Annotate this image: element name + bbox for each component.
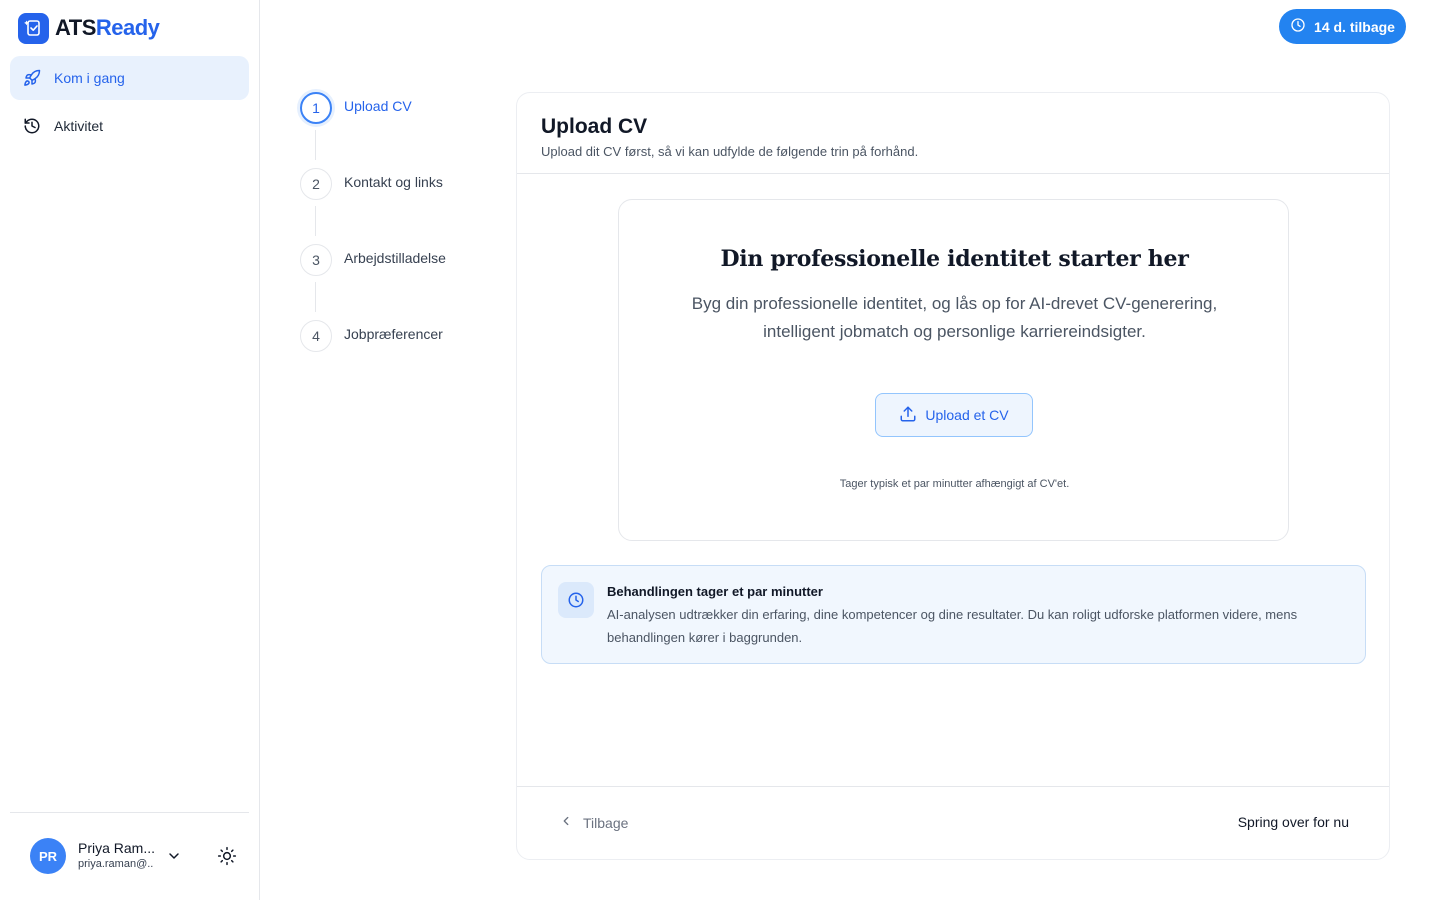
upload-cv-card: Upload CV Upload dit CV først, så vi kan… bbox=[516, 92, 1390, 860]
step-number: 2 bbox=[300, 168, 332, 200]
history-icon bbox=[22, 116, 42, 136]
step-label: Upload CV bbox=[344, 98, 412, 114]
card-title: Upload CV bbox=[541, 115, 648, 138]
step-label: Arbejdstilladelse bbox=[344, 250, 446, 266]
step-label: Kontakt og links bbox=[344, 174, 443, 190]
sidebar-nav: Kom i gang Aktivitet bbox=[10, 56, 249, 152]
step-upload-cv[interactable]: 1 Upload CV bbox=[300, 92, 446, 168]
sidebar-item-kom-i-gang[interactable]: Kom i gang bbox=[10, 56, 249, 100]
user-info: Priya Ram... priya.raman@... bbox=[78, 840, 154, 872]
info-text: AI-analysen udtrækker din erfaring, dine… bbox=[607, 607, 1298, 645]
trial-days-button[interactable]: 14 d. tilbage bbox=[1279, 9, 1406, 44]
step-connector bbox=[315, 282, 316, 312]
back-button-label: Tilbage bbox=[583, 814, 629, 831]
logo-mark-icon bbox=[18, 12, 49, 44]
chevron-left-icon bbox=[559, 814, 573, 831]
rocket-icon bbox=[22, 68, 42, 88]
brand-name-part2: Ready bbox=[95, 15, 160, 40]
avatar: PR bbox=[30, 838, 66, 874]
card-subtitle: Upload dit CV først, så vi kan udfylde d… bbox=[541, 144, 919, 159]
processing-info-box: Behandlingen tager et par minutter AI-an… bbox=[541, 565, 1366, 664]
step-jobpraeferencer[interactable]: 4 Jobpræferencer bbox=[300, 320, 446, 396]
upload-heading: Din professionelle identitet starter her bbox=[720, 246, 1189, 272]
skip-button[interactable]: Spring over for nu bbox=[1238, 814, 1349, 830]
step-number: 3 bbox=[300, 244, 332, 276]
upload-note: Tager typisk et par minutter afhængigt a… bbox=[839, 478, 1070, 490]
upload-cv-button[interactable]: Upload et CV bbox=[875, 393, 1033, 437]
brand-logo[interactable]: ATSReady bbox=[18, 12, 160, 44]
sidebar-divider bbox=[10, 812, 249, 813]
step-connector bbox=[315, 130, 316, 160]
upload-cv-button-label: Upload et CV bbox=[925, 407, 1009, 423]
info-title: Behandlingen tager et par minutter bbox=[607, 584, 823, 599]
back-button[interactable]: Tilbage bbox=[559, 814, 628, 831]
trial-days-label: 14 d. tilbage bbox=[1314, 18, 1395, 35]
onboarding-stepper: 1 Upload CV 2 Kontakt og links 3 Arbejds… bbox=[300, 92, 446, 396]
step-connector bbox=[315, 206, 316, 236]
upload-dropzone[interactable]: Din professionelle identitet starter her… bbox=[618, 199, 1289, 541]
clock-icon bbox=[1290, 17, 1306, 36]
sidebar-item-aktivitet[interactable]: Aktivitet bbox=[10, 104, 249, 148]
user-name: Priya Ram... bbox=[78, 840, 154, 856]
sun-icon[interactable] bbox=[216, 845, 238, 867]
brand-name: ATSReady bbox=[55, 15, 160, 41]
step-kontakt-og-links[interactable]: 2 Kontakt og links bbox=[300, 168, 446, 244]
upload-icon bbox=[899, 405, 917, 426]
user-menu[interactable]: PR Priya Ram... priya.raman@... bbox=[30, 838, 179, 874]
step-arbejdstilladelse[interactable]: 3 Arbejdstilladelse bbox=[300, 244, 446, 320]
clock-icon bbox=[558, 582, 594, 618]
footer-divider bbox=[517, 786, 1389, 787]
chevron-down-icon[interactable] bbox=[166, 848, 182, 864]
step-number: 4 bbox=[300, 320, 332, 352]
brand-name-part1: ATS bbox=[55, 15, 96, 40]
upload-description: Byg din professionelle identitet, og lås… bbox=[691, 294, 1218, 341]
user-email: priya.raman@... bbox=[78, 858, 154, 870]
sidebar-item-label: Kom i gang bbox=[54, 70, 125, 86]
sidebar-item-label: Aktivitet bbox=[54, 118, 104, 134]
card-divider bbox=[517, 173, 1389, 174]
step-number: 1 bbox=[300, 92, 332, 124]
step-label: Jobpræferencer bbox=[344, 326, 443, 342]
sidebar: ATSReady Kom i gang Aktivitet PR Priya R… bbox=[0, 0, 260, 900]
